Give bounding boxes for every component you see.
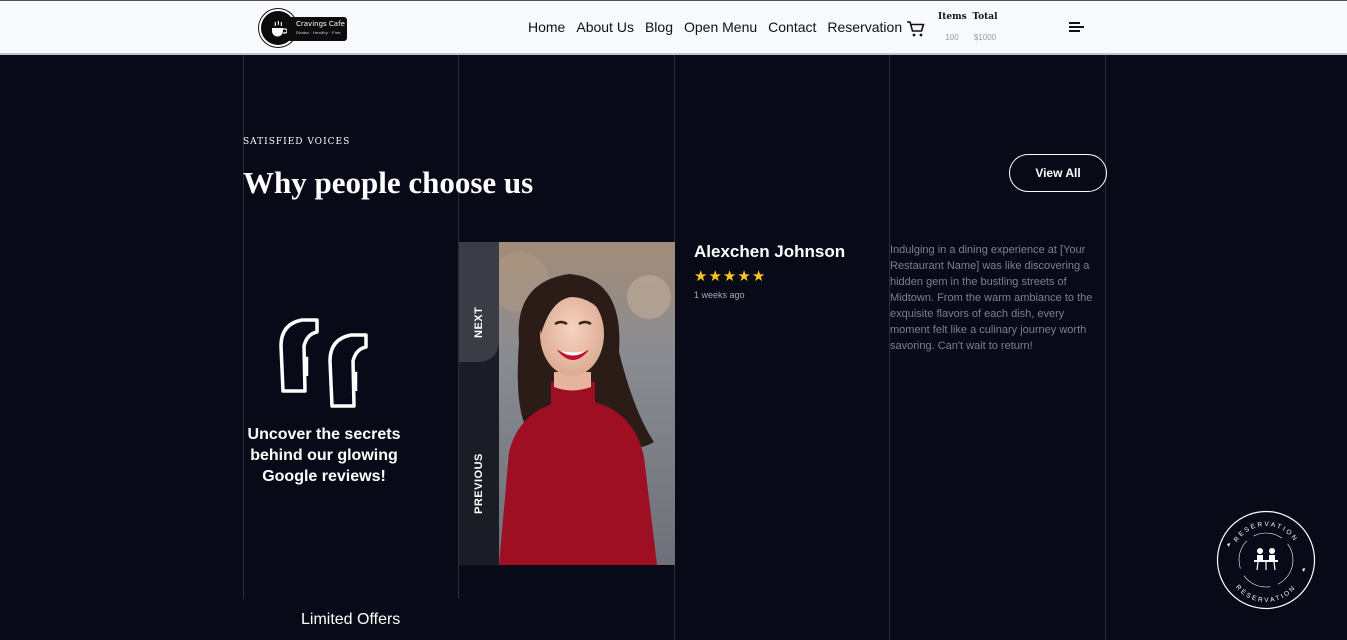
logo-name: Cravings Cafe — [296, 20, 345, 28]
hamburger-menu-icon[interactable] — [1069, 21, 1085, 33]
star-icon: ★ — [708, 268, 722, 285]
cart-total-value: $1000 — [973, 33, 997, 42]
nav-about-us[interactable]: About Us — [576, 19, 634, 35]
logo-tagline: Dhaba · Healthy · Fine — [296, 30, 341, 35]
nav-reservation[interactable]: Reservation — [827, 19, 902, 35]
site-logo[interactable]: Cravings Cafe Dhaba · Healthy · Fine — [259, 9, 347, 47]
cart-items-label: Items — [938, 12, 967, 22]
quote-icon — [277, 318, 373, 417]
grid-line — [1105, 55, 1106, 640]
next-label: NEXT — [473, 306, 485, 338]
reviewer-name: Alexchen Johnson — [694, 242, 846, 261]
view-all-button[interactable]: View All — [1009, 154, 1107, 192]
star-rating: ★ ★ ★ ★ ★ — [694, 268, 765, 285]
nav-contact[interactable]: Contact — [768, 19, 816, 35]
section-eyebrow: SATISFIED VOICES — [243, 137, 351, 147]
testimonial-slider: NEXT PREVIOUS — [459, 242, 675, 565]
nav-blog[interactable]: Blog — [645, 19, 673, 35]
google-reviews-promo: Uncover the secrets behind our glowing G… — [247, 426, 401, 485]
review-time: 1 weeks ago — [694, 290, 745, 300]
review-text: Indulging in a dining experience at [You… — [890, 244, 1093, 352]
cart-items-value: 100 — [945, 33, 959, 42]
star-icon: ★ — [751, 268, 766, 285]
reservation-badge[interactable]: RESERVATION RESERVATION — [1216, 510, 1316, 610]
section-title: Why people choose us — [243, 165, 534, 200]
next-button[interactable]: NEXT — [459, 242, 499, 362]
cart-items-summary: Items 100 — [938, 12, 967, 43]
site-header: Cravings Cafe Dhaba · Healthy · Fine Hom… — [0, 0, 1347, 55]
nav-open-menu[interactable]: Open Menu — [684, 19, 757, 35]
nav-home[interactable]: Home — [528, 19, 565, 35]
cart-icon[interactable] — [906, 20, 926, 38]
previous-button[interactable]: PREVIOUS — [473, 453, 485, 514]
star-icon: ★ — [722, 268, 737, 285]
logo-text: Cravings Cafe Dhaba · Healthy · Fine — [287, 17, 347, 41]
star-icon: ★ — [694, 268, 708, 285]
cart-total-label: Total — [972, 12, 998, 22]
star-icon: ★ — [737, 268, 751, 285]
cart-total-summary: Total $1000 — [970, 12, 1000, 43]
limited-offers-heading: Limited Offers — [301, 611, 401, 628]
main-nav: Home About Us Blog Open Menu Contact Res… — [528, 19, 902, 35]
